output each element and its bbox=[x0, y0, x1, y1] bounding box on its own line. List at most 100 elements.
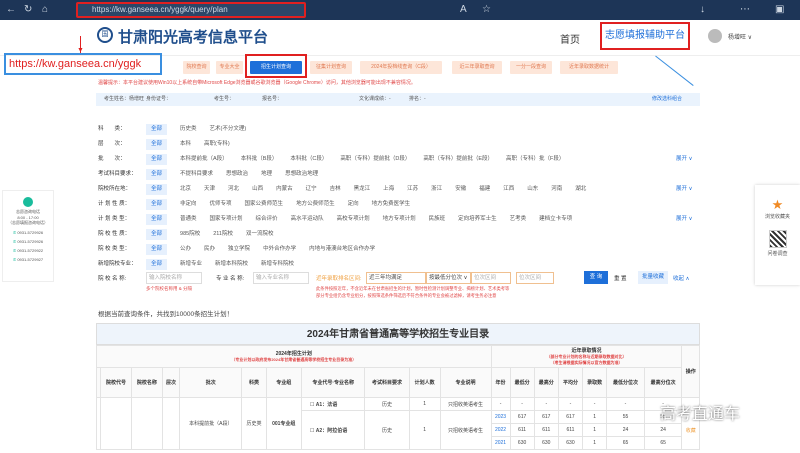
reset-button[interactable]: 重 置 bbox=[614, 274, 627, 282]
nav-home[interactable]: 首页 bbox=[560, 31, 580, 46]
query-button[interactable]: 查 询 bbox=[584, 271, 608, 284]
filter-option[interactable]: 北京 bbox=[180, 184, 191, 195]
filter-option[interactable]: 本科 bbox=[180, 139, 191, 150]
filter-option[interactable]: 民办 bbox=[204, 244, 215, 255]
filter-option[interactable]: 新增专科院校 bbox=[261, 259, 294, 270]
filter-option[interactable]: 本科提前批（A段） bbox=[180, 154, 228, 165]
filter-option[interactable]: 全部 bbox=[146, 199, 168, 210]
expand-button[interactable]: 展开 ∨ bbox=[676, 154, 693, 165]
filter-option[interactable]: 艺考类 bbox=[510, 214, 527, 225]
rank-from-input[interactable]: 位次区间 bbox=[471, 272, 511, 284]
filter-option[interactable]: 综合评价 bbox=[256, 214, 278, 225]
filter-option[interactable]: 非定向 bbox=[180, 199, 197, 210]
filter-option[interactable]: 黑龙江 bbox=[354, 184, 371, 195]
filter-option[interactable]: 吉林 bbox=[330, 184, 341, 195]
major-name-input[interactable]: 输入专业名称 bbox=[253, 272, 309, 284]
filter-option[interactable]: 思想政治地理 bbox=[285, 169, 318, 180]
filter-option[interactable]: 上海 bbox=[383, 184, 394, 195]
back-icon[interactable]: ← bbox=[6, 4, 16, 15]
filter-option[interactable]: 优师专项 bbox=[210, 199, 232, 210]
filter-option[interactable]: 全部 bbox=[146, 229, 168, 240]
filter-option[interactable]: 国家公费师范生 bbox=[245, 199, 284, 210]
read-aloud-icon[interactable]: A bbox=[460, 4, 467, 15]
nav-major-list[interactable]: 专业大全 bbox=[216, 61, 243, 74]
filter-option[interactable]: 普通类 bbox=[180, 214, 197, 225]
filter-option[interactable]: 江西 bbox=[503, 184, 514, 195]
filter-option[interactable]: 高水平运动队 bbox=[291, 214, 324, 225]
survey-link[interactable]: 问卷调查 bbox=[755, 250, 800, 257]
collapse-button[interactable]: 收起 ∧ bbox=[673, 274, 690, 282]
refresh-icon[interactable]: ↻ bbox=[24, 4, 32, 15]
filter-option[interactable]: 985院校 bbox=[180, 229, 200, 240]
favorite-star-icon[interactable]: ☆ bbox=[482, 4, 491, 15]
filter-option[interactable]: 河南 bbox=[551, 184, 562, 195]
batch-favorite-button[interactable]: 批量收藏 bbox=[638, 271, 668, 284]
filter-option[interactable]: 全部 bbox=[146, 259, 168, 270]
filter-option[interactable]: 高职（专科）提前批（E段） bbox=[423, 154, 493, 165]
filter-option[interactable]: 内地与港澳台地区合作办学 bbox=[309, 244, 375, 255]
filter-option[interactable]: 河北 bbox=[228, 184, 239, 195]
filter-option[interactable]: 江苏 bbox=[407, 184, 418, 195]
more-icon[interactable]: ⋯ bbox=[740, 4, 750, 15]
filter-option[interactable]: 双一流院校 bbox=[246, 229, 274, 240]
filter-option[interactable]: 艺术(不分文理) bbox=[210, 124, 247, 135]
filter-option[interactable]: 全部 bbox=[146, 244, 168, 255]
expand-button[interactable]: 展开 ∨ bbox=[676, 214, 693, 225]
filter-option[interactable]: 国家专项计划 bbox=[210, 214, 243, 225]
user-menu[interactable]: 杨增旺 ∨ bbox=[728, 32, 752, 41]
filter-option[interactable]: 地方专项计划 bbox=[383, 214, 416, 225]
filter-option[interactable]: 全部 bbox=[146, 214, 168, 225]
filter-option[interactable]: 地方免费医学生 bbox=[372, 199, 411, 210]
filter-option[interactable]: 建档立卡专项 bbox=[539, 214, 572, 225]
year-link[interactable]: 2022 bbox=[490, 423, 511, 437]
filter-option[interactable]: 公办 bbox=[180, 244, 191, 255]
nav-2024-line[interactable]: 2024年投档线查询（C段） bbox=[360, 61, 442, 74]
filter-option[interactable]: 新增专业 bbox=[180, 259, 202, 270]
filter-option[interactable]: 福建 bbox=[479, 184, 490, 195]
year-link[interactable]: 2023 bbox=[490, 410, 511, 424]
filter-option[interactable]: 辽宁 bbox=[306, 184, 317, 195]
recent-range-select[interactable]: 近三年均满足 bbox=[366, 272, 426, 284]
nav-collect-plan[interactable]: 征集计划查询 bbox=[310, 61, 352, 74]
filter-option[interactable]: 本科批（C段） bbox=[290, 154, 327, 165]
filter-option[interactable]: 高职（专科）提前批（D段） bbox=[340, 154, 410, 165]
filter-option[interactable]: 本科批（B段） bbox=[241, 154, 278, 165]
filter-option[interactable]: 独立学院 bbox=[228, 244, 250, 255]
filter-option[interactable]: 天津 bbox=[204, 184, 215, 195]
filter-option[interactable]: 定向培养军士生 bbox=[458, 214, 497, 225]
filter-option[interactable]: 全部 bbox=[146, 169, 168, 180]
filter-option[interactable]: 浙江 bbox=[431, 184, 442, 195]
filter-option[interactable]: 山西 bbox=[252, 184, 263, 195]
nav-score-segment[interactable]: 一分一段查询 bbox=[510, 61, 552, 74]
filter-option[interactable]: 定向 bbox=[348, 199, 359, 210]
filter-option[interactable]: 全部 bbox=[146, 139, 168, 150]
filter-option[interactable]: 民族班 bbox=[429, 214, 446, 225]
filter-option[interactable]: 全部 bbox=[146, 154, 168, 165]
filter-option[interactable]: 新增本科院校 bbox=[215, 259, 248, 270]
school-name-input[interactable]: 输入院校名称 bbox=[146, 272, 202, 284]
filter-option[interactable]: 不提科目要求 bbox=[180, 169, 213, 180]
filter-option[interactable]: 全部 bbox=[146, 124, 168, 135]
favorites-link[interactable]: 浏览收藏夹 bbox=[755, 213, 800, 220]
filter-option[interactable]: 中外合作办学 bbox=[263, 244, 296, 255]
filter-option[interactable]: 全部 bbox=[146, 184, 168, 195]
filter-option[interactable]: 地理 bbox=[261, 169, 272, 180]
year-link[interactable]: 2021 bbox=[490, 436, 511, 450]
address-bar[interactable]: https://kw.ganseea.cn/yggk/query/plan bbox=[76, 2, 306, 18]
filter-option[interactable]: 211院校 bbox=[213, 229, 233, 240]
avatar[interactable] bbox=[708, 29, 722, 43]
nav-three-year[interactable]: 近三年录取查询 bbox=[452, 61, 502, 74]
download-icon[interactable]: ↓ bbox=[700, 4, 705, 15]
filter-option[interactable]: 内蒙古 bbox=[276, 184, 293, 195]
nav-school-query[interactable]: 院校查询 bbox=[183, 61, 210, 74]
filter-option[interactable]: 历史类 bbox=[180, 124, 197, 135]
sidebar-icon[interactable]: ▣ bbox=[775, 4, 784, 15]
nav-stats[interactable]: 近年录取数据统计 bbox=[560, 61, 618, 74]
home-icon[interactable]: ⌂ bbox=[42, 4, 48, 15]
major-name[interactable]: ☐ A2：阿拉伯语 bbox=[300, 410, 366, 450]
filter-option[interactable]: 安徽 bbox=[455, 184, 466, 195]
star-icon[interactable]: ★ bbox=[755, 197, 800, 213]
sort-select[interactable]: 按最低分位次 ∨ bbox=[426, 272, 471, 284]
filter-option[interactable]: 高职(专科) bbox=[204, 139, 230, 150]
filter-option[interactable]: 山东 bbox=[527, 184, 538, 195]
